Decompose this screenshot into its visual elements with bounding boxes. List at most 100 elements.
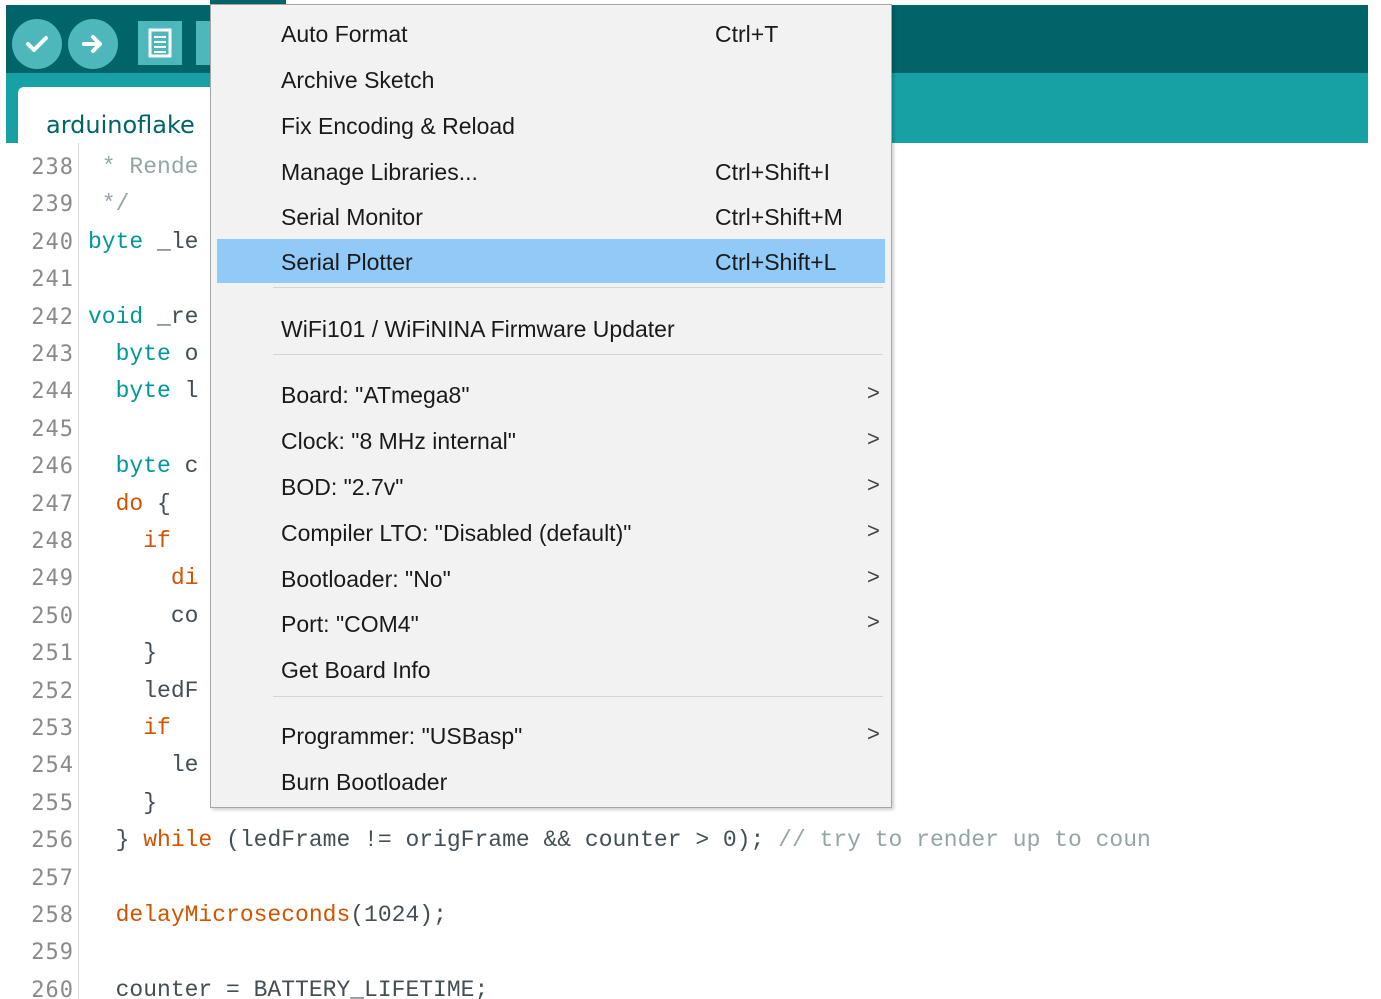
code-token: co	[88, 602, 199, 629]
menu-item-get-board-info[interactable]: Get Board Info	[217, 647, 885, 691]
code-line[interactable]: byte l	[88, 373, 199, 410]
code-token: if	[88, 528, 171, 554]
code-line[interactable]: if	[88, 710, 171, 747]
code-token: byte	[88, 228, 144, 255]
menu-item-label: BOD: "2.7v"	[281, 474, 404, 500]
code-line[interactable]: void _re	[88, 299, 198, 336]
menu-item-shortcut: Ctrl+Shift+I	[715, 159, 831, 185]
menu-separator	[273, 696, 883, 697]
line-number: 257	[31, 865, 74, 891]
code-line[interactable]: delayMicroseconds(1024);	[88, 897, 447, 934]
code-line[interactable]: le	[88, 747, 199, 784]
code-token: o	[170, 341, 199, 367]
line-number: 241	[31, 267, 74, 293]
line-number: 247	[31, 491, 74, 517]
code-line[interactable]: }	[88, 635, 157, 672]
code-token: byte	[88, 378, 171, 405]
submenu-arrow-icon: >	[867, 472, 880, 497]
code-token: ledF	[88, 677, 199, 704]
code-token: (1024);	[350, 902, 447, 928]
line-number: 245	[31, 416, 74, 442]
line-number: 239	[31, 192, 74, 218]
menu-item-burn-bootloader[interactable]: Burn Bootloader	[217, 759, 885, 803]
menu-item-shortcut: Ctrl+Shift+L	[715, 249, 837, 275]
menu-item-label: Programmer: "USBasp"	[281, 723, 523, 749]
code-token: byte	[88, 453, 171, 480]
menu-item-label: WiFi101 / WiFiNINA Firmware Updater	[281, 316, 675, 342]
menu-item-programmer-usbasp[interactable]: Programmer: "USBasp" >	[217, 713, 885, 757]
new-button[interactable]	[138, 21, 182, 65]
code-token: _le	[143, 228, 199, 255]
code-token: l	[170, 378, 199, 405]
line-number: 258	[31, 903, 74, 928]
code-token: c	[170, 453, 199, 480]
line-number: 256	[31, 828, 74, 854]
code-line[interactable]: byte _le	[88, 224, 198, 261]
line-number: 249	[31, 566, 74, 592]
code-token: do	[88, 490, 144, 517]
code-token: // try to render up to coun	[778, 827, 1151, 854]
menu-item-bod-2-7v[interactable]: BOD: "2.7v" >	[217, 464, 885, 508]
line-number: 252	[31, 678, 74, 704]
code-token: le	[88, 752, 199, 779]
menu-item-label: Get Board Info	[281, 657, 431, 683]
menu-item-fix-encoding-reload[interactable]: Fix Encoding & Reload	[217, 103, 885, 147]
code-token: while	[143, 827, 213, 854]
line-number: 259	[31, 940, 74, 966]
menu-item-bootloader-no[interactable]: Bootloader: "No" >	[217, 556, 885, 600]
code-token: }	[88, 827, 144, 854]
line-number: 254	[31, 753, 74, 779]
menu-item-label: Archive Sketch	[281, 67, 435, 93]
code-token: if	[88, 715, 171, 741]
submenu-arrow-icon: >	[867, 426, 880, 451]
menu-item-clock-8-mhz-internal[interactable]: Clock: "8 MHz internal" >	[217, 418, 885, 462]
menu-item-label: Bootloader: "No"	[281, 566, 451, 592]
code-token: delayMicroseconds	[88, 902, 351, 928]
code-line[interactable]: byte o	[88, 336, 199, 373]
code-token: {	[143, 490, 171, 517]
submenu-arrow-icon: >	[867, 564, 880, 589]
code-token: }	[88, 789, 158, 816]
check-icon	[26, 36, 48, 52]
code-line[interactable]: counter = BATTERY_LIFETIME;	[88, 972, 489, 999]
code-line[interactable]: * Rende	[88, 149, 199, 186]
menu-item-serial-plotter[interactable]: Serial Plotter Ctrl+Shift+L	[217, 239, 885, 283]
code-line[interactable]: ledF	[88, 673, 198, 710]
menu-item-shortcut: Ctrl+Shift+M	[715, 204, 843, 230]
code-line[interactable]: co	[88, 598, 199, 635]
menu-item-manage-libraries[interactable]: Manage Libraries... Ctrl+Shift+I	[217, 149, 885, 193]
code-line[interactable]: byte c	[88, 448, 199, 485]
menu-item-label: Port: "COM4"	[281, 611, 419, 637]
menu-item-label: Serial Monitor	[281, 204, 423, 230]
menu-item-archive-sketch[interactable]: Archive Sketch	[217, 57, 885, 101]
code-line[interactable]: do {	[88, 486, 171, 523]
code-line[interactable]: if	[88, 523, 171, 560]
submenu-arrow-icon: >	[867, 380, 880, 405]
verify-button[interactable]	[12, 19, 62, 69]
code-line[interactable]: }	[88, 785, 157, 822]
menu-item-wifi101-wifinina-firmware-updater[interactable]: WiFi101 / WiFiNINA Firmware Updater	[217, 306, 885, 350]
menu-item-label: Board: "ATmega8"	[281, 382, 470, 408]
line-number: 243	[31, 342, 74, 367]
menu-item-label: Compiler LTO: "Disabled (default)"	[281, 520, 632, 546]
menu-item-label: Clock: "8 MHz internal"	[281, 428, 516, 454]
menu-item-port-com4[interactable]: Port: "COM4" >	[217, 601, 885, 645]
menu-item-shortcut: Ctrl+T	[715, 21, 779, 47]
menu-item-label: Auto Format	[281, 21, 408, 47]
menu-item-board-atmega8[interactable]: Board: "ATmega8" >	[217, 372, 885, 416]
code-token: byte	[88, 341, 171, 367]
line-number: 238	[31, 155, 74, 180]
menu-item-compiler-lto-disabled-default[interactable]: Compiler LTO: "Disabled (default)" >	[217, 510, 885, 554]
menu-item-label: Manage Libraries...	[281, 159, 478, 185]
code-line[interactable]: */	[88, 186, 130, 223]
menu-item-serial-monitor[interactable]: Serial Monitor Ctrl+Shift+M	[217, 194, 885, 238]
menu-item-label: Burn Bootloader	[281, 769, 448, 795]
code-token: * Rende	[88, 154, 199, 180]
upload-button[interactable]	[68, 19, 118, 69]
menu-item-auto-format[interactable]: Auto Format Ctrl+T	[217, 11, 885, 55]
arrow-right-icon	[82, 35, 102, 53]
code-line[interactable]: di	[88, 560, 199, 597]
code-line[interactable]: } while (ledFrame != origFrame && counte…	[88, 822, 1151, 859]
code-token: _re	[143, 303, 199, 330]
menu-item-label: Fix Encoding & Reload	[281, 113, 515, 139]
